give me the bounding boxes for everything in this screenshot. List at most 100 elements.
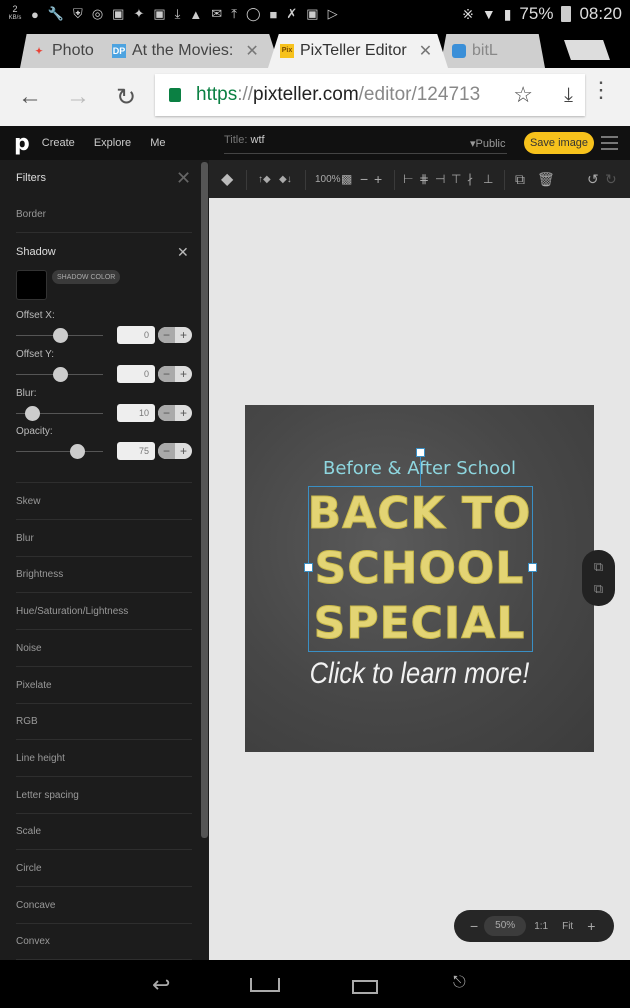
decrement-button[interactable]: − (158, 443, 175, 459)
hamburger-menu-icon[interactable] (601, 136, 618, 150)
transparency-icon[interactable]: ▩ (341, 160, 352, 198)
send-backward-icon[interactable]: ◆↓ (279, 160, 292, 198)
shadow-color-label[interactable]: SHADOW COLOR (52, 270, 121, 284)
offset-x-slider[interactable] (16, 328, 103, 343)
undo-icon[interactable]: ↺ (587, 160, 599, 198)
filter-rgb[interactable]: RGB (16, 704, 192, 741)
opacity-slider[interactable] (16, 444, 103, 459)
chrome-menu-icon[interactable]: ⋮ (590, 79, 612, 101)
align-top-icon[interactable]: ⊤ (451, 160, 461, 198)
recents-nav-icon[interactable] (352, 980, 378, 994)
download-page-icon[interactable]: ⤓ (564, 84, 573, 107)
back-nav-icon[interactable]: ↩ (152, 972, 170, 998)
opacity-slider-knob[interactable] (69, 444, 85, 459)
filter-concave[interactable]: Concave (16, 888, 192, 924)
toolbar-divider (246, 170, 247, 190)
shadow-color-swatch[interactable] (16, 270, 47, 300)
bring-forward-icon[interactable]: ↑◆ (258, 160, 271, 198)
close-tab-icon[interactable]: ✕ (419, 41, 432, 61)
offset-y-slider[interactable] (16, 367, 103, 382)
blur-slider-knob[interactable] (24, 406, 40, 421)
toolbar-zoom-out-button[interactable]: − (360, 160, 368, 198)
filter-circle[interactable]: Circle (16, 851, 192, 887)
filter-blur[interactable]: Blur (16, 521, 192, 557)
increment-button[interactable]: + (175, 443, 192, 459)
blur-input[interactable]: 10 (117, 404, 155, 422)
paste-layer-icon[interactable]: ⧉ (594, 581, 603, 597)
filter-letter-spacing[interactable]: Letter spacing (16, 778, 192, 814)
forward-button[interactable]: → (54, 83, 102, 111)
back-button[interactable]: ← (6, 83, 54, 111)
offset-y-slider-knob[interactable] (52, 367, 68, 382)
filter-border[interactable]: Border (16, 197, 192, 233)
remove-shadow-icon[interactable]: ✕ (177, 244, 189, 261)
tab-pixteller-editor[interactable]: Pix PixTeller Editor ✕ (268, 34, 448, 68)
zoom-fit-button[interactable]: Fit (562, 921, 573, 932)
decrement-button[interactable]: − (158, 366, 175, 382)
increment-button[interactable]: + (175, 327, 192, 343)
offset-x-input[interactable]: 0 (117, 326, 155, 344)
decrement-button[interactable]: − (158, 405, 175, 421)
filter-scale[interactable]: Scale (16, 814, 192, 851)
title-input[interactable]: Title: wtf (224, 134, 507, 154)
battery-percent: 75% (519, 4, 554, 23)
redo-icon[interactable]: ↻ (605, 160, 617, 198)
align-right-icon[interactable]: ⊣ (435, 160, 445, 198)
filter-skew[interactable]: Skew (16, 484, 192, 520)
pixteller-logo[interactable]: p (14, 131, 30, 156)
filter-noise[interactable]: Noise (16, 631, 192, 667)
align-middle-v-icon[interactable]: ∤ (467, 160, 473, 198)
offset-x-slider-knob[interactable] (52, 328, 68, 343)
resize-handle-left[interactable] (304, 563, 313, 572)
android-nav-bar: ↩ ⎋ (0, 960, 630, 1008)
home-nav-icon[interactable] (250, 978, 280, 992)
filter-pixelate[interactable]: Pixelate (16, 668, 192, 704)
zoom-in-button[interactable]: + (587, 918, 595, 934)
resize-handle-right[interactable] (528, 563, 537, 572)
screenshot-nav-icon[interactable]: ⎋ (453, 974, 466, 992)
layers-icon[interactable]: ◆ (221, 160, 233, 198)
filter-brightness[interactable]: Brightness (16, 557, 192, 594)
nav-me[interactable]: Me (150, 137, 165, 149)
increment-button[interactable]: + (175, 405, 192, 421)
artboard[interactable]: Before & After School BACK TO SCHOOL SPE… (245, 405, 594, 752)
nav-explore[interactable]: Explore (94, 137, 131, 149)
cta-text[interactable]: Click to learn more! (271, 657, 568, 691)
zoom-value[interactable]: 50% (484, 916, 527, 936)
align-left-icon[interactable]: ⊢ (403, 160, 413, 198)
sidebar-scrollbar[interactable] (201, 162, 208, 838)
align-bottom-icon[interactable]: ⊥ (483, 160, 493, 198)
decrement-button[interactable]: − (158, 327, 175, 343)
canvas-area[interactable]: Before & After School BACK TO SCHOOL SPE… (209, 198, 630, 960)
tab-bitlab[interactable]: bitL (440, 34, 545, 68)
rotate-handle[interactable] (416, 448, 425, 457)
close-filters-icon[interactable]: ✕ (176, 168, 191, 189)
offset-y-input[interactable]: 0 (117, 365, 155, 383)
filter-convex[interactable]: Convex (16, 924, 192, 960)
reload-button[interactable]: ↻ (102, 83, 150, 112)
copy-layer-icon[interactable]: ⧉ (594, 559, 603, 575)
bookmark-star-icon[interactable]: ☆ (513, 82, 533, 108)
opacity-input[interactable]: 75 (117, 442, 155, 460)
zoom-out-button[interactable]: − (470, 918, 478, 934)
filter-hue-saturation-lightness[interactable]: Hue/Saturation/Lightness (16, 594, 192, 631)
zoom-1-1-button[interactable]: 1:1 (534, 921, 548, 932)
save-image-button[interactable]: Save image (524, 132, 594, 154)
visibility-dropdown[interactable]: ▾Public (470, 137, 505, 150)
nav-create[interactable]: Create (42, 137, 75, 149)
toolbar-zoom-in-button[interactable]: + (374, 160, 382, 198)
selection-box[interactable] (308, 486, 533, 652)
align-center-h-icon[interactable]: ⋕ (419, 160, 429, 198)
delete-trash-icon[interactable]: 🗑 (537, 160, 555, 198)
filter-line-height[interactable]: Line height (16, 741, 192, 777)
gmail-icon: ✉ (211, 6, 223, 21)
tab-at-the-movies[interactable]: DP At the Movies: ✕ (100, 34, 280, 68)
dp-favicon-icon: DP (112, 44, 126, 58)
increment-button[interactable]: + (175, 366, 192, 382)
new-tab-button[interactable] (564, 40, 610, 60)
close-tab-icon[interactable]: ✕ (245, 41, 258, 61)
address-bar[interactable]: https://pixteller.com/editor/124713 ☆ ⤓ (155, 74, 585, 116)
duplicate-icon[interactable]: ⧉ (515, 160, 525, 198)
offset-y-label: Offset Y: (16, 349, 54, 360)
blur-slider[interactable] (16, 406, 103, 421)
